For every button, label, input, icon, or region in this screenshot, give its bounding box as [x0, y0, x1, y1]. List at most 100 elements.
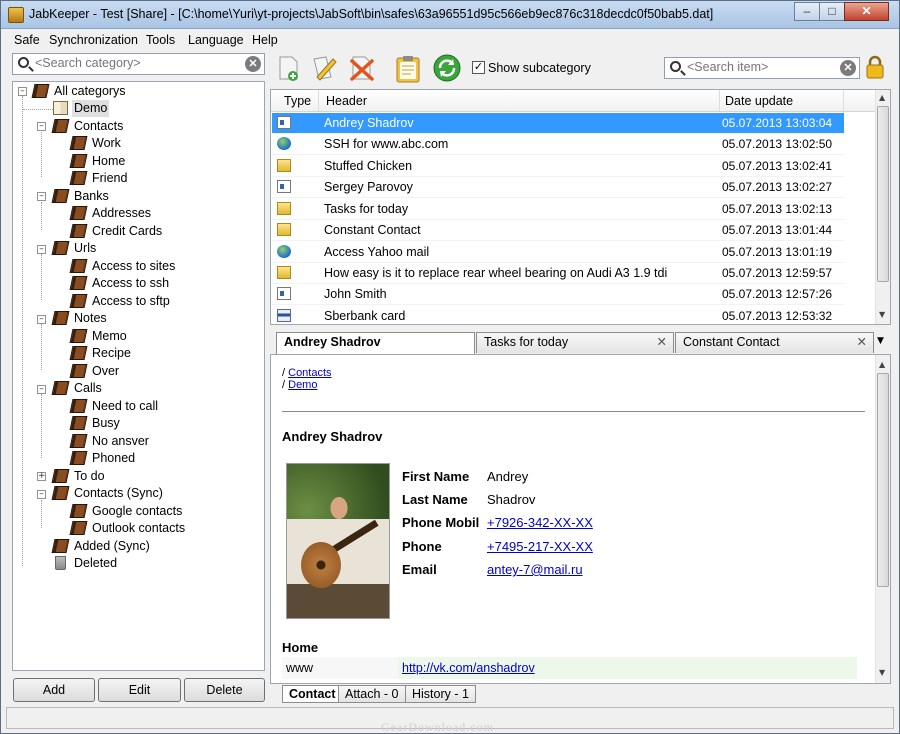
detail-scrollbar[interactable]: ▲ ▼ [875, 355, 890, 683]
collapse-toggle[interactable]: – [37, 122, 46, 131]
close-tab-icon[interactable]: ✕ [857, 333, 867, 352]
list-row[interactable]: Andrey Shadrov 05.07.2013 13:03:04 [272, 113, 844, 134]
collapse-toggle[interactable]: – [37, 490, 46, 499]
menu-bar: Safe Synchronization Tools Language Help [1, 30, 899, 50]
clipboard-icon[interactable] [393, 53, 423, 83]
column-date-update[interactable]: Date update [725, 94, 793, 108]
tab-attach[interactable]: Attach - 0 [338, 685, 406, 703]
search-icon [670, 61, 681, 72]
tree-item-label: Added (Sync) [74, 539, 150, 553]
note-icon [277, 202, 291, 215]
minimize-button[interactable]: – [794, 2, 820, 21]
new-item-icon[interactable] [273, 53, 303, 83]
menu-safe[interactable]: Safe [14, 33, 40, 47]
book-icon [51, 381, 70, 395]
list-row[interactable]: Tasks for today 05.07.2013 13:02:13 [272, 199, 844, 220]
sync-icon[interactable] [432, 53, 462, 83]
book-icon [69, 521, 88, 535]
watermark: GearDownload.com [381, 720, 494, 734]
close-tab-icon[interactable]: ✕ [657, 333, 667, 352]
column-header[interactable]: Header [326, 94, 367, 108]
book-icon [69, 451, 88, 465]
expand-toggle[interactable]: + [37, 472, 46, 481]
list-row[interactable]: Constant Contact 05.07.2013 13:01:44 [272, 220, 844, 241]
list-row[interactable]: How easy is it to replace rear wheel bea… [272, 263, 844, 284]
breadcrumb-demo[interactable]: Demo [288, 379, 317, 391]
tab-contact[interactable]: Contact [282, 685, 343, 703]
tree-connector [41, 132, 42, 177]
menu-synchronization[interactable]: Synchronization [49, 33, 138, 47]
scroll-up-icon[interactable]: ▲ [879, 93, 885, 102]
add-category-button[interactable]: Add [13, 678, 95, 702]
email-label: Email [402, 562, 437, 577]
tree-item-label: Urls [74, 241, 97, 255]
tree-item-label: Over [92, 364, 120, 378]
search-icon [18, 57, 29, 68]
list-row[interactable]: Sberbank card 05.07.2013 12:53:32 [272, 306, 844, 324]
tree-connector [22, 96, 23, 566]
scrollbar-thumb[interactable] [877, 373, 889, 587]
list-row[interactable]: SSH for www.abc.com 05.07.2013 13:02:50 [272, 134, 844, 155]
lock-icon[interactable] [866, 55, 884, 79]
collapse-toggle[interactable]: – [18, 87, 27, 96]
category-search-input[interactable] [35, 56, 245, 70]
tabs-overflow-icon[interactable]: ▼ [877, 336, 884, 346]
book-icon [69, 434, 88, 448]
list-row[interactable]: Access Yahoo mail 05.07.2013 13:01:19 [272, 242, 844, 263]
tab-label: Constant Contact [683, 335, 780, 349]
maximize-button[interactable]: □ [819, 2, 845, 21]
tree-item-label: Google contacts [92, 504, 183, 518]
tree-item-label: To do [74, 469, 105, 483]
delete-item-icon[interactable] [346, 53, 376, 83]
collapse-toggle[interactable]: – [37, 385, 46, 394]
close-button[interactable]: ✕ [844, 2, 889, 21]
window-title: JabKeeper - Test [Share] - [C:\home\Yuri… [29, 7, 714, 21]
phone-link[interactable]: +7495-217-XX-XX [487, 539, 593, 554]
photo-guitar [301, 542, 341, 588]
tab-history[interactable]: History - 1 [405, 685, 476, 703]
row-header: Constant Contact [324, 223, 421, 237]
clear-item-search-icon[interactable]: ✕ [840, 60, 856, 76]
menu-tools[interactable]: Tools [146, 33, 175, 47]
tree-item-label: Need to call [92, 399, 159, 413]
book-icon [69, 154, 88, 168]
list-row[interactable]: Sergey Parovoy 05.07.2013 13:02:27 [272, 177, 844, 198]
collapse-toggle[interactable]: – [37, 192, 46, 201]
breadcrumb-contacts[interactable]: Contacts [288, 367, 331, 379]
divider [282, 411, 865, 412]
scroll-down-icon[interactable]: ▼ [879, 310, 885, 319]
delete-category-button[interactable]: Delete [184, 678, 265, 702]
breadcrumb: / Contacts / Demo [282, 367, 332, 391]
email-link[interactable]: antey-7@mail.ru [487, 562, 583, 577]
edit-category-button[interactable]: Edit [98, 678, 181, 702]
scroll-down-icon[interactable]: ▼ [879, 668, 885, 677]
list-row[interactable]: Stuffed Chicken 05.07.2013 13:02:41 [272, 156, 844, 177]
collapse-toggle[interactable]: – [37, 315, 46, 324]
tab-tasks-for-today[interactable]: Tasks for today ✕ [476, 332, 674, 353]
scroll-up-icon[interactable]: ▲ [879, 360, 885, 369]
tree-item-label: No ansver [92, 434, 149, 448]
list-scrollbar[interactable]: ▲ ▼ [875, 90, 890, 324]
show-subcategory-checkbox[interactable]: ✓ [472, 61, 485, 74]
phone-mobile-link[interactable]: +7926-342-XX-XX [487, 515, 593, 530]
menu-language[interactable]: Language [188, 33, 244, 47]
menu-help[interactable]: Help [252, 33, 278, 47]
tree-connector [41, 500, 42, 528]
tab-constant-contact[interactable]: Constant Contact ✕ [675, 332, 874, 353]
title-bar[interactable]: JabKeeper - Test [Share] - [C:\home\Yuri… [1, 1, 899, 29]
clear-category-search-icon[interactable]: ✕ [245, 56, 261, 72]
contact-card-icon [277, 287, 291, 300]
tab-andrey-shadrov[interactable]: Andrey Shadrov [276, 332, 475, 354]
column-type[interactable]: Type [284, 94, 311, 108]
edit-item-icon[interactable] [309, 53, 339, 83]
list-row[interactable]: John Smith 05.07.2013 12:57:26 [272, 284, 844, 305]
www-link[interactable]: http://vk.com/anshadrov [402, 661, 535, 675]
collapse-toggle[interactable]: – [37, 245, 46, 254]
book-icon [69, 504, 88, 518]
book-icon [31, 84, 50, 98]
item-search-input[interactable] [687, 60, 837, 74]
row-date: 05.07.2013 13:01:44 [722, 223, 833, 237]
row-date: 05.07.2013 12:59:57 [722, 266, 833, 280]
scrollbar-thumb[interactable] [877, 106, 889, 282]
contact-card-icon [277, 180, 291, 193]
